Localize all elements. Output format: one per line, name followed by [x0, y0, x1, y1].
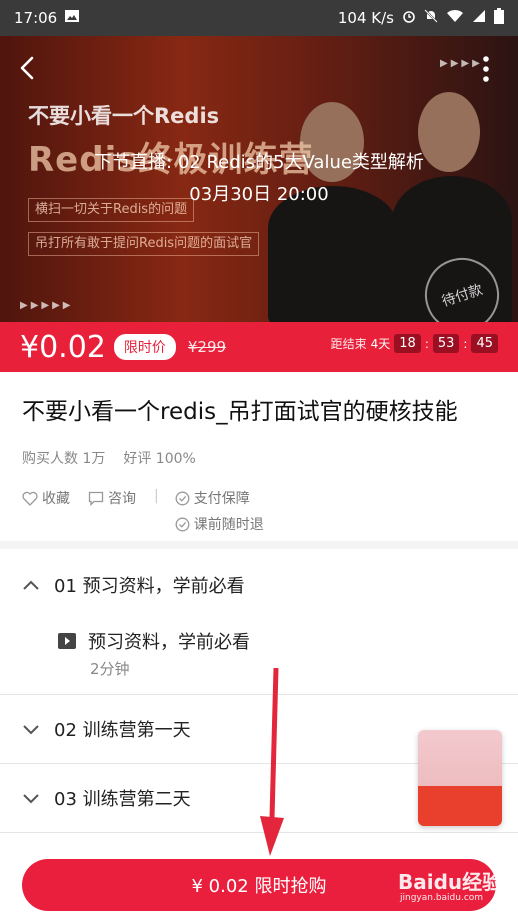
baidu-watermark-url: jingyan.baidu.com	[400, 893, 484, 903]
signal-icon	[472, 9, 486, 27]
countdown: 距结束 4天 18 : 53 : 45	[331, 334, 498, 353]
refund-guarantee: 课前随时退	[175, 514, 264, 534]
wifi-icon	[446, 9, 464, 27]
chapter-item[interactable]: 02 训练营第一天	[22, 716, 191, 742]
course-title: 不要小看一个redis_吊打面试官的硬核技能	[22, 399, 458, 425]
video-play-icon	[58, 633, 76, 649]
network-speed: 104 K/s	[337, 9, 394, 27]
mute-icon	[424, 9, 438, 27]
buy-now-label: ¥ 0.02 限时抢购	[191, 876, 327, 897]
annotation-arrow	[260, 668, 284, 856]
countdown-days: 4天	[370, 337, 391, 351]
favorite-button[interactable]: 收藏	[22, 488, 70, 508]
refund-guarantee-label: 课前随时退	[193, 517, 264, 533]
original-price: ¥299	[187, 338, 227, 356]
current-price: ¥0.02	[20, 329, 106, 365]
more-options-button[interactable]	[476, 54, 496, 84]
battery-icon	[494, 8, 504, 28]
lesson-label: 预习资料，学前必看	[88, 632, 250, 653]
lesson-duration: 2分钟	[90, 660, 130, 678]
chevron-left-icon	[20, 56, 34, 80]
rating: 好评 100%	[123, 451, 196, 467]
back-button[interactable]	[14, 54, 42, 82]
floating-thumbnail[interactable]	[418, 730, 502, 826]
alarm-icon	[402, 9, 416, 27]
countdown-hours: 18	[394, 334, 421, 353]
poster-subtitle: 不要小看一个Redis	[28, 104, 220, 128]
chevron-down-icon	[23, 794, 39, 804]
more-vertical-icon	[483, 56, 489, 82]
section-divider	[0, 541, 518, 549]
guarantees: 支付保障 课前随时退	[175, 488, 264, 534]
chapter-label: 01 预习资料，学前必看	[54, 576, 245, 597]
status-bar: 17:06 104 K/s	[0, 0, 518, 36]
buyers-count: 购买人数 1万	[22, 451, 106, 467]
action-row: 收藏 咨询 | 支付保障 课前随时退	[22, 488, 264, 534]
poster-tag-2: 吊打所有敢于提问Redis问题的面试官	[28, 232, 260, 256]
chevron-up-icon	[23, 580, 39, 590]
image-notification-icon	[65, 10, 80, 26]
chapter-label: 02 训练营第一天	[54, 720, 191, 741]
baidu-watermark: Baidu经验	[398, 870, 503, 894]
check-circle-icon	[175, 491, 190, 505]
next-live-time: 03月30日 20:00	[189, 184, 329, 205]
countdown-minutes: 53	[432, 334, 460, 353]
chat-icon	[88, 491, 104, 506]
countdown-label: 距结束	[330, 337, 367, 351]
payment-guarantee: 支付保障	[175, 488, 264, 508]
limited-price-badge: 限时价	[113, 334, 176, 360]
favorite-label: 收藏	[42, 491, 70, 507]
decor-arrows-left: ▶▶▶▶▶	[20, 300, 74, 311]
course-stats: 购买人数 1万 好评 100%	[22, 448, 196, 468]
chapter-item[interactable]: 03 训练营第二天	[22, 785, 191, 811]
chapter-item[interactable]: 01 预习资料，学前必看	[22, 572, 245, 598]
countdown-seconds: 45	[471, 334, 498, 353]
chapter-label: 03 训练营第二天	[54, 789, 191, 810]
price-bar: ¥0.02 限时价 ¥299 距结束 4天 18 : 53 : 45	[0, 322, 518, 372]
payment-guarantee-label: 支付保障	[193, 491, 250, 507]
heart-icon	[22, 491, 38, 506]
check-circle-icon	[175, 517, 190, 531]
status-time: 17:06	[14, 9, 58, 27]
chevron-down-icon	[23, 725, 39, 735]
next-live-title: 下节直播: 02 Redis的5大Value类型解析	[94, 152, 424, 173]
lesson-item[interactable]: 预习资料，学前必看	[58, 628, 250, 654]
consult-button[interactable]: 咨询	[88, 488, 136, 508]
course-banner: 不要小看一个Redis Redis终极训练营 横扫一切关于Redis的问题 吊打…	[0, 36, 518, 322]
consult-label: 咨询	[108, 491, 136, 507]
